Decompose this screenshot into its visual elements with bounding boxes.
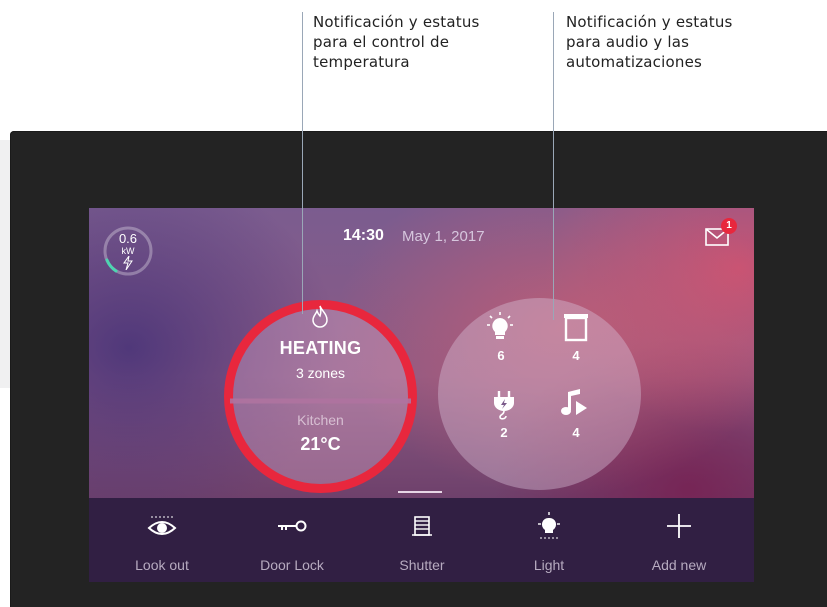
heating-temperature: 21°C: [300, 434, 341, 454]
nav-shutter[interactable]: Shutter: [367, 506, 477, 576]
light-count: 6: [497, 348, 505, 363]
nav-label: Add new: [651, 557, 707, 573]
annotation-line: para el control de: [313, 33, 450, 51]
clock-time: 14:30: [343, 227, 384, 244]
bottom-navigation: Look out Door Lock Shutter Light Add new: [89, 498, 754, 582]
notification-badge: 1: [721, 218, 737, 234]
heating-room: Kitchen: [297, 412, 344, 428]
nav-add-new[interactable]: Add new: [624, 506, 734, 576]
shutter-window-icon[interactable]: [562, 312, 590, 342]
lightbulb-icon[interactable]: [486, 312, 514, 342]
shutter-count: 4: [572, 348, 580, 363]
heating-title: HEATING: [279, 338, 362, 358]
nav-light[interactable]: Light: [494, 506, 604, 576]
heating-zones: 3 zones: [295, 365, 346, 381]
annotation-pointer-audio: [553, 12, 554, 320]
annotation-pointer-temperature: [302, 12, 303, 314]
music-play-icon[interactable]: [560, 388, 588, 418]
nav-label: Look out: [135, 557, 189, 573]
bolt-icon: [123, 256, 133, 270]
annotation-temperature: Notificación y estatus para el control d…: [313, 12, 533, 72]
nav-look-out[interactable]: Look out: [107, 506, 217, 576]
nav-door-lock[interactable]: Door Lock: [237, 506, 347, 576]
clock-date: May 1, 2017: [402, 228, 485, 245]
eye-icon: [147, 516, 177, 535]
plus-icon: [667, 514, 691, 538]
nav-label: Door Lock: [260, 557, 324, 573]
plug-count: 2: [500, 425, 508, 440]
light-icon: [538, 512, 560, 539]
power-unit: kW: [121, 246, 135, 256]
key-icon: [278, 520, 307, 532]
nav-label: Light: [533, 557, 565, 573]
shutter-icon: [412, 516, 432, 536]
touch-screen: 0.6 kW 14:30 May 1, 2017 1 HEATING 3 zon…: [89, 208, 754, 582]
annotation-line: temperatura: [313, 53, 410, 71]
flame-icon: [312, 305, 328, 328]
music-count: 4: [572, 425, 580, 440]
annotation-line: Notificación y estatus: [566, 13, 733, 31]
status-panel[interactable]: [438, 298, 641, 490]
annotation-line: automatizaciones: [566, 53, 703, 71]
swipe-handle[interactable]: [398, 491, 442, 493]
power-value: 0.6: [118, 231, 138, 246]
plug-icon[interactable]: [490, 390, 518, 420]
annotation-line: Notificación y estatus: [313, 13, 480, 31]
nav-label: Shutter: [399, 557, 445, 573]
annotation-line: para audio y las: [566, 33, 690, 51]
annotation-audio: Notificación y estatus para audio y las …: [566, 12, 786, 72]
